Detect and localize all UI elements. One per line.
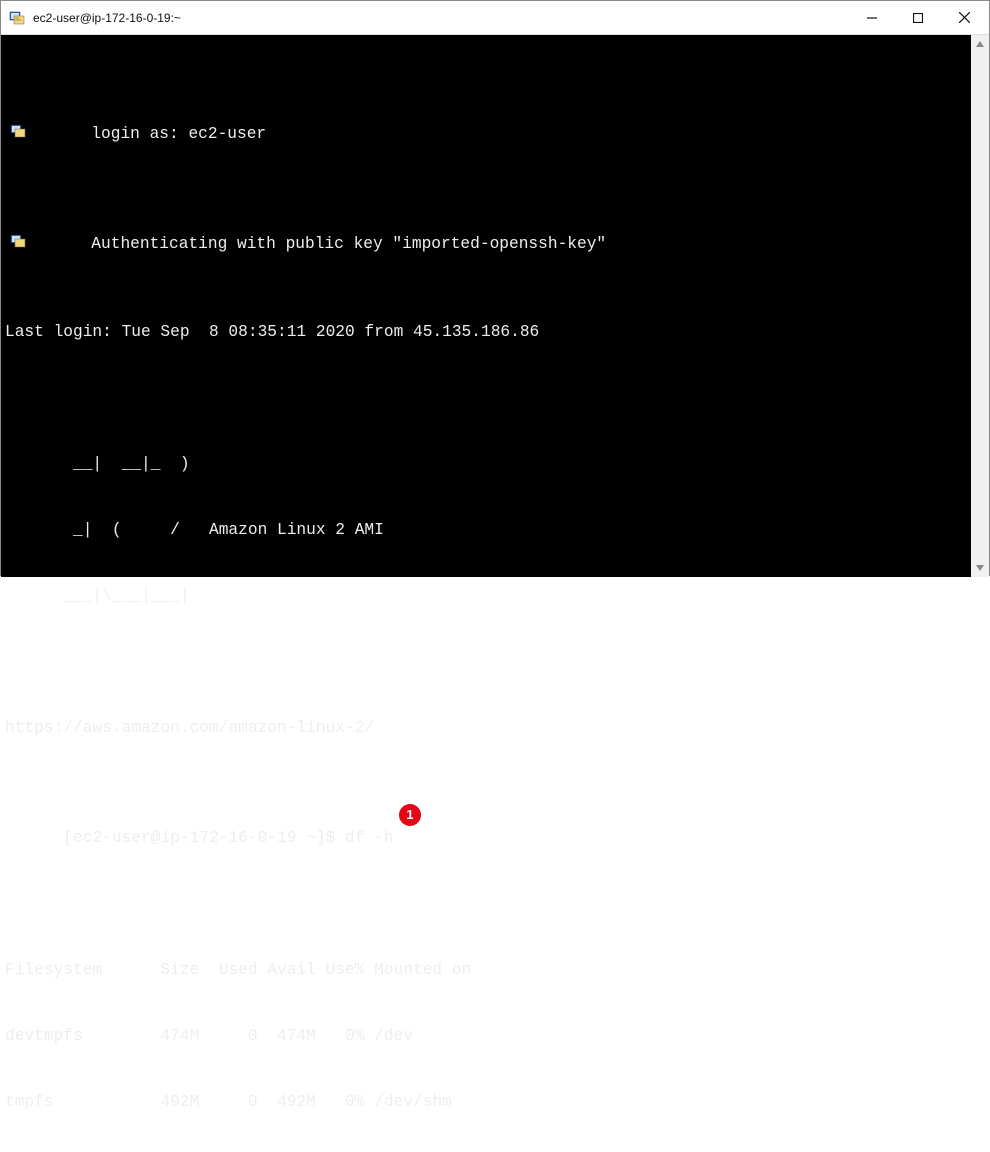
command-1: df -h <box>345 829 394 847</box>
df-row: tmpfs 492M 0 492M 0% /dev/shm <box>5 1091 971 1113</box>
putty-icon <box>9 10 25 26</box>
motd-last-login: Last login: Tue Sep 8 08:35:11 2020 from… <box>5 321 971 343</box>
window-controls <box>849 1 987 34</box>
minimize-button[interactable] <box>849 1 895 34</box>
prompt-1: [ec2-user@ip-172-16-0-19 ~]$ df -h 1 <box>5 805 971 893</box>
motd-art-3: ___|\___|___| <box>5 585 971 607</box>
df-row: devtmpfs 474M 0 474M 0% /dev <box>5 1025 971 1047</box>
annotation-badge-1: 1 <box>399 804 421 826</box>
window-titlebar: ec2-user@ip-172-16-0-19:~ <box>1 1 989 35</box>
motd-url: https://aws.amazon.com/amazon-linux-2/ <box>5 717 971 739</box>
motd-blank-2 <box>5 651 971 673</box>
putty-icon <box>9 123 27 139</box>
putty-icon <box>9 233 27 249</box>
scroll-up-button[interactable] <box>971 35 989 53</box>
scrollbar[interactable] <box>971 35 989 577</box>
df-header: Filesystem Size Used Avail Use% Mounted … <box>5 959 971 981</box>
motd-blank <box>5 387 971 409</box>
motd-art-2: _| ( / Amazon Linux 2 AMI <box>5 519 971 541</box>
scroll-down-button[interactable] <box>971 559 989 577</box>
motd-art-1: __| __|_ ) <box>5 453 971 475</box>
motd-auth: Authenticating with public key "imported… <box>5 211 971 277</box>
close-button[interactable] <box>941 1 987 34</box>
window-title: ec2-user@ip-172-16-0-19:~ <box>33 11 849 25</box>
terminal[interactable]: login as: ec2-user Authenticating with p… <box>1 35 971 577</box>
motd-login-as: login as: ec2-user <box>5 101 971 167</box>
maximize-button[interactable] <box>895 1 941 34</box>
shell-prompt: [ec2-user@ip-172-16-0-19 ~]$ <box>63 829 345 847</box>
